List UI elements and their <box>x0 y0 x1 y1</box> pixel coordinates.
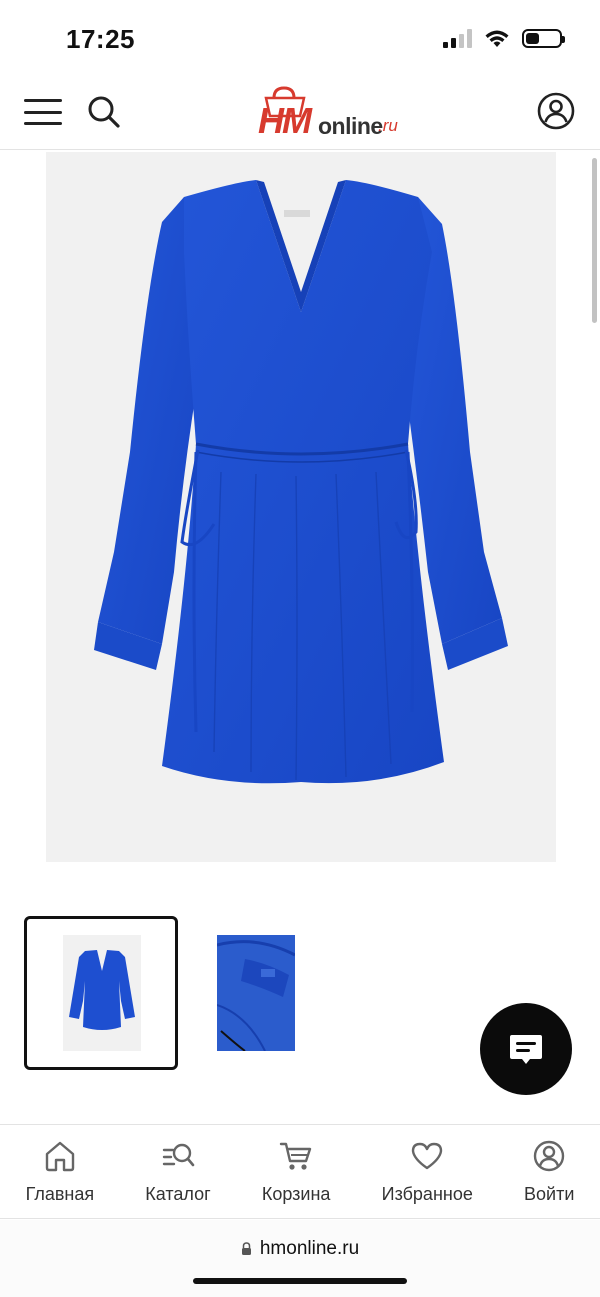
chat-icon <box>510 1035 542 1064</box>
browser-url-bar[interactable]: hmonline.ru <box>0 1220 600 1297</box>
nav-item-catalog[interactable]: Каталог <box>120 1125 237 1218</box>
nav-item-cart[interactable]: Корзина <box>236 1125 356 1218</box>
chat-button[interactable] <box>480 1003 572 1095</box>
product-main-image[interactable] <box>46 152 556 862</box>
home-icon <box>45 1141 75 1172</box>
logo-hm: HM <box>258 100 312 141</box>
site-logo[interactable]: HM online .ru <box>256 86 406 141</box>
nav-label-favorites: Избранное <box>381 1184 473 1204</box>
nav-label-login: Войти <box>524 1184 575 1204</box>
wifi-icon <box>485 30 509 47</box>
heart-icon <box>412 1142 443 1170</box>
user-icon <box>534 1140 565 1172</box>
logo-ru: .ru <box>378 116 398 135</box>
status-bar: 17:25 <box>0 0 600 78</box>
menu-icon[interactable] <box>24 97 62 127</box>
signal-icon <box>443 28 472 48</box>
nav-item-favorites[interactable]: Избранное <box>356 1125 498 1218</box>
url-text: hmonline.ru <box>259 1238 360 1259</box>
home-indicator[interactable] <box>193 1278 407 1284</box>
cart-icon <box>279 1142 312 1170</box>
nav-label-cart: Корзина <box>261 1184 331 1204</box>
logo-online: online <box>318 113 383 139</box>
nav-label-home: Главная <box>25 1184 95 1204</box>
status-icons <box>443 28 565 48</box>
lock-icon <box>241 1242 251 1255</box>
nav-label-catalog: Каталог <box>145 1184 211 1204</box>
catalog-search-icon <box>162 1143 195 1167</box>
battery-icon <box>522 28 565 48</box>
nav-item-login[interactable]: Войти <box>498 1125 600 1218</box>
page-scrollbar[interactable] <box>592 158 597 323</box>
dress-illustration <box>94 180 508 784</box>
site-header: HM online .ru <box>0 78 600 150</box>
nav-item-home[interactable]: Главная <box>0 1125 120 1218</box>
status-time: 17:25 <box>66 24 135 54</box>
label-tag <box>284 210 310 217</box>
search-icon[interactable] <box>84 92 124 132</box>
thumbnail-dress-front[interactable] <box>24 916 178 1070</box>
url-display[interactable]: hmonline.ru <box>0 1238 600 1260</box>
product-thumbnails <box>24 916 324 1070</box>
thumbnail-dress-detail[interactable] <box>200 916 354 1070</box>
account-icon[interactable] <box>536 91 576 131</box>
bottom-navigation: Главная Каталог Корзина Избранное Войти <box>0 1124 600 1219</box>
